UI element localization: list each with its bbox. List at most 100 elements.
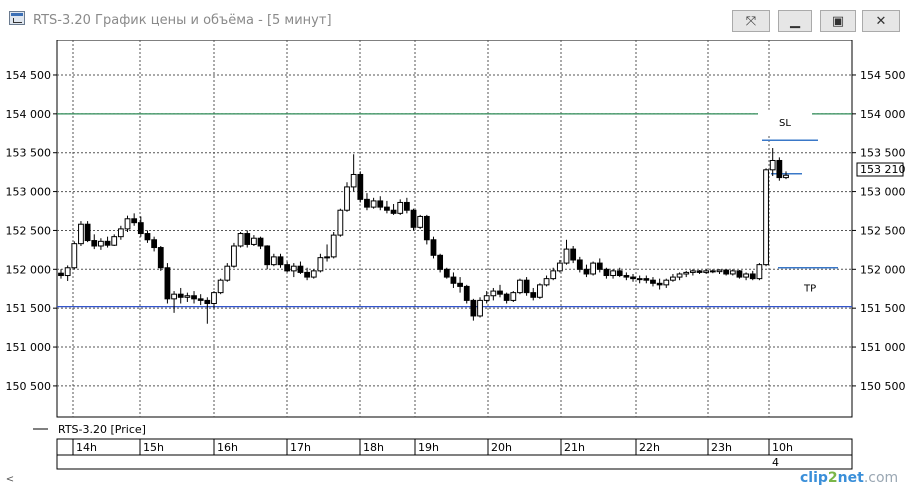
candle-body bbox=[550, 270, 557, 280]
candle-body bbox=[443, 268, 450, 278]
chart-window: RTS-3.20 График цены и объёма - [5 минут… bbox=[0, 0, 908, 489]
candle-body bbox=[616, 270, 623, 277]
candle-body bbox=[423, 215, 430, 241]
candle-body bbox=[663, 279, 670, 286]
minimize-button[interactable]: ▁ bbox=[778, 10, 812, 32]
candle-body bbox=[576, 259, 583, 270]
candle-body bbox=[477, 299, 483, 317]
scroll-left-arrow[interactable]: < bbox=[0, 474, 20, 486]
candle-body bbox=[463, 285, 470, 301]
candle-body bbox=[304, 271, 310, 278]
candle-body bbox=[596, 262, 603, 270]
y-tick-label-right: 150 500 bbox=[860, 380, 906, 393]
close-button[interactable]: ✕ bbox=[862, 10, 900, 32]
y-tick-label-left: 151 000 bbox=[6, 341, 52, 354]
time-tick-label: 10h bbox=[772, 441, 793, 454]
candle-body bbox=[689, 270, 696, 273]
candle-body bbox=[623, 275, 630, 278]
maximize-button[interactable]: ▣ bbox=[820, 10, 856, 32]
candle-body bbox=[417, 215, 424, 228]
candle-body bbox=[350, 173, 357, 188]
time-tick-label: 14h bbox=[76, 441, 97, 454]
candle-body bbox=[503, 293, 510, 301]
candle-body bbox=[384, 206, 390, 211]
time-tick-label: 20h bbox=[491, 441, 512, 454]
candle-body bbox=[510, 292, 517, 301]
candle-body bbox=[583, 268, 590, 275]
candle-body bbox=[64, 267, 71, 277]
candle-body bbox=[537, 284, 543, 298]
candle-body bbox=[570, 248, 577, 261]
time-tick-label: 15h bbox=[143, 441, 164, 454]
candle-body bbox=[270, 256, 277, 266]
candle-body bbox=[224, 265, 231, 281]
candle-body bbox=[517, 279, 523, 294]
time-tick-label: 21h bbox=[564, 441, 585, 454]
candle-body bbox=[117, 228, 124, 238]
time-tick-label: 18h bbox=[363, 441, 384, 454]
candle-body bbox=[783, 174, 789, 179]
y-axis-right: 150 500 151 000 151 500 152 000 152 500 153 0… bbox=[852, 69, 906, 393]
y-tick-label-left: 153 000 bbox=[6, 186, 52, 199]
y-tick-label-right: 151 000 bbox=[860, 341, 906, 354]
candle-body bbox=[317, 257, 324, 272]
candle-body bbox=[709, 270, 716, 273]
candle-body bbox=[171, 293, 177, 300]
candle-body bbox=[430, 239, 437, 256]
candle-body bbox=[98, 240, 104, 247]
candle-body bbox=[344, 186, 350, 211]
title-bar[interactable]: RTS-3.20 График цены и объёма - [5 минут… bbox=[0, 0, 908, 40]
candle-body bbox=[630, 276, 636, 280]
candle-body bbox=[364, 198, 370, 208]
time-tick-label: 17h bbox=[290, 441, 311, 454]
plot-frame bbox=[56, 39, 853, 418]
chart-app-icon bbox=[9, 11, 25, 25]
candle-body bbox=[91, 240, 98, 247]
price-chart[interactable]: SL TP 150 500 151 000 151 500 152 000 152 500… bbox=[0, 39, 908, 489]
candle-body bbox=[137, 222, 144, 235]
y-axis-left: 150 500 151 000 151 500 152 000 152 500 153 0… bbox=[6, 69, 57, 393]
candle-body bbox=[656, 282, 663, 286]
candle-body bbox=[124, 218, 131, 230]
time-tick-label: 22h bbox=[639, 441, 660, 454]
candle-body bbox=[191, 295, 197, 300]
candle-body bbox=[111, 236, 118, 246]
candle-body bbox=[543, 278, 550, 286]
candle-body bbox=[157, 247, 164, 269]
candle-body bbox=[277, 256, 284, 266]
candle-body bbox=[716, 269, 723, 273]
candle-body bbox=[284, 264, 291, 272]
candle-body bbox=[437, 254, 444, 270]
candle-body bbox=[756, 264, 763, 280]
candle-body bbox=[610, 270, 616, 277]
window-title: RTS-3.20 График цены и объёма - [5 минут… bbox=[33, 13, 332, 28]
candle-body bbox=[244, 233, 251, 245]
pin-button[interactable]: ⤧ bbox=[732, 10, 770, 32]
candle-body bbox=[217, 279, 224, 294]
candle-body bbox=[357, 173, 364, 200]
candle-body bbox=[58, 272, 64, 277]
y-tick-label-right: 154 500 bbox=[860, 69, 906, 82]
candle-body bbox=[403, 201, 410, 211]
candle-body bbox=[290, 265, 297, 272]
y-tick-label-left: 154 500 bbox=[6, 69, 52, 82]
candle-body bbox=[397, 201, 404, 214]
y-tick-label-right: 153 500 bbox=[860, 147, 906, 160]
candle-body bbox=[84, 223, 91, 242]
candle-body bbox=[450, 276, 457, 284]
y-tick-label-left: 152 000 bbox=[6, 263, 52, 276]
chart-area[interactable]: SL TP 150 500 151 000 151 500 152 000 152 500… bbox=[0, 39, 908, 489]
candle-body bbox=[377, 200, 384, 208]
candle-body bbox=[676, 273, 683, 278]
candle-body bbox=[211, 292, 217, 305]
candle-body bbox=[231, 245, 237, 267]
candle-body bbox=[71, 243, 78, 269]
candle-body bbox=[78, 223, 84, 245]
candle-body bbox=[470, 299, 477, 317]
legend-series-label: RTS-3.20 [Price] bbox=[58, 423, 146, 436]
sl-label: SL bbox=[779, 118, 791, 129]
candle-body bbox=[370, 200, 377, 208]
watermark: clip2net.com bbox=[800, 470, 899, 486]
candle-body bbox=[556, 262, 563, 272]
y-tick-label-right: 154 000 bbox=[860, 108, 906, 121]
